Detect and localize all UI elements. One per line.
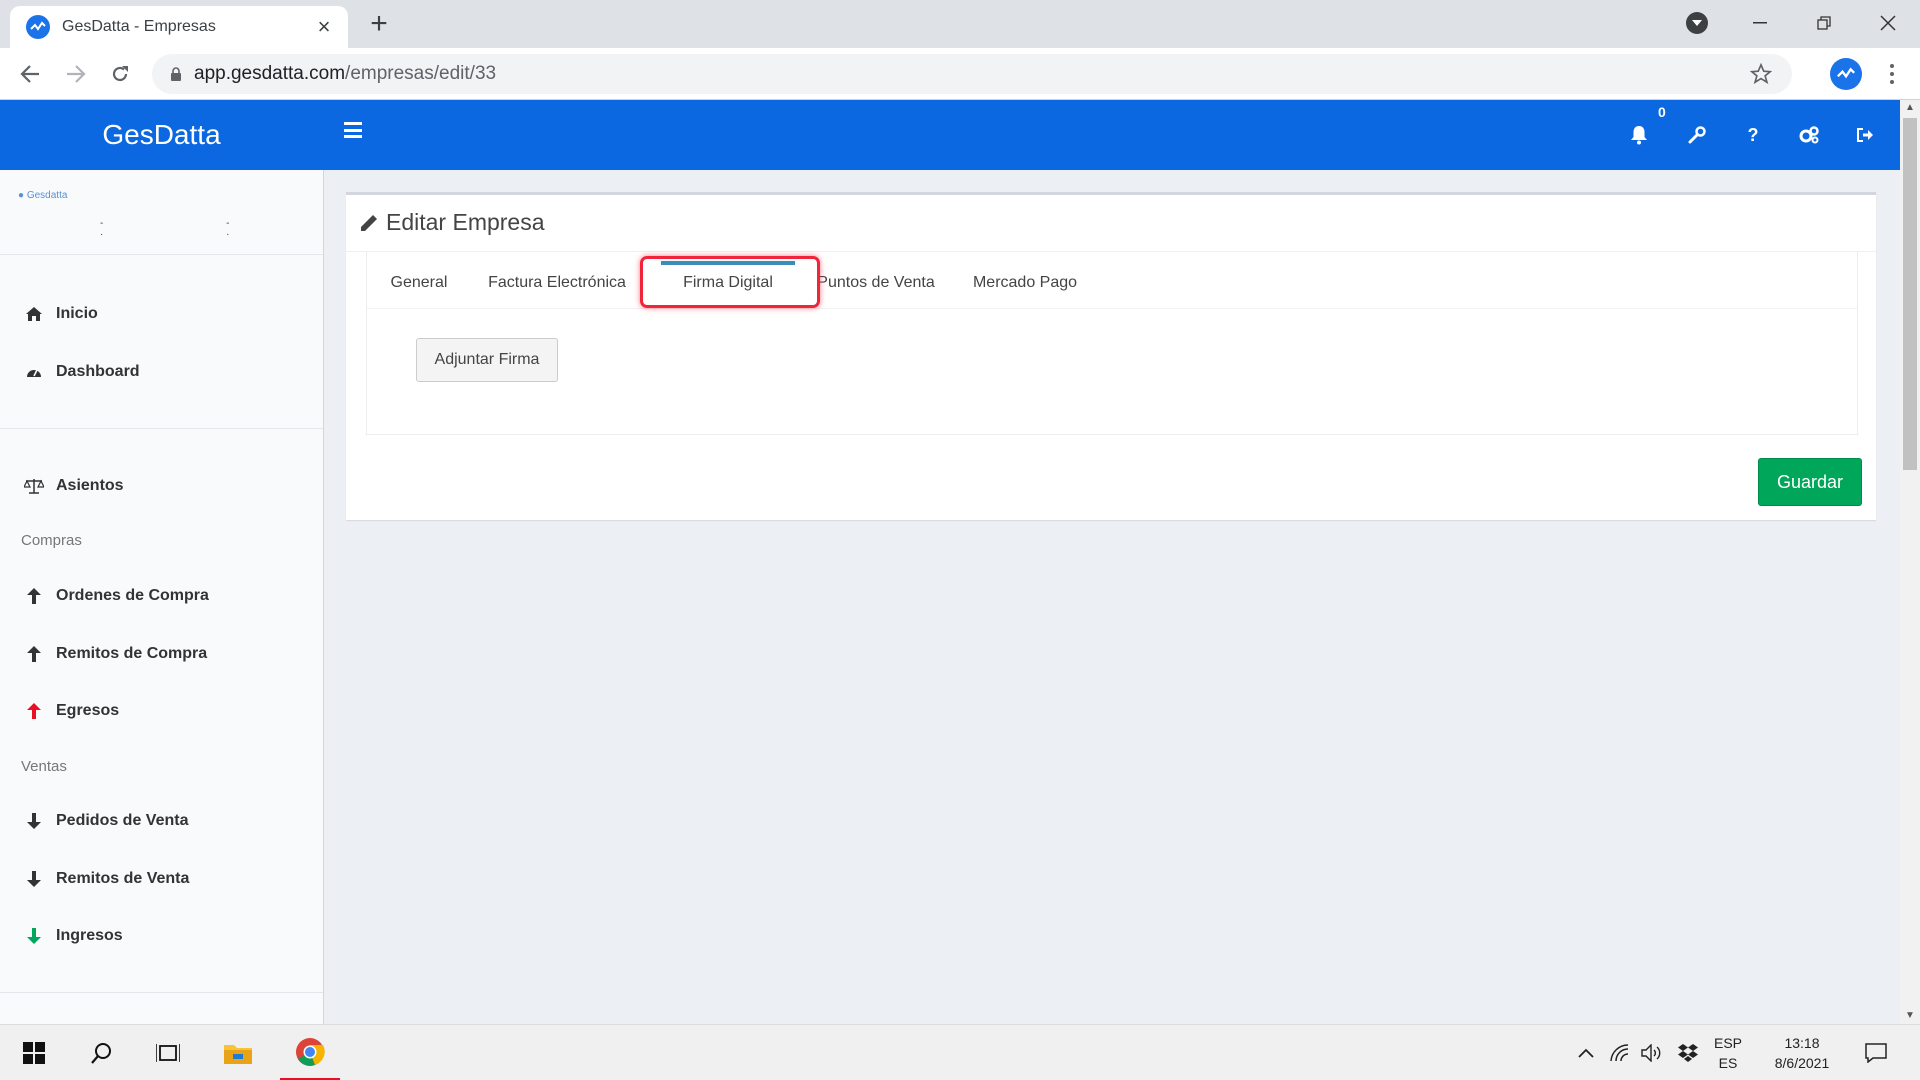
forward-icon[interactable] <box>60 58 92 90</box>
sidebar-item-label: Egresos <box>56 702 120 719</box>
browser-tab[interactable]: GesDatta - Empresas × <box>10 6 348 48</box>
close-window-icon[interactable] <box>1868 8 1908 38</box>
sidebar-item-pedidos-de-venta[interactable]: Pedidos de Venta <box>0 801 323 841</box>
sidebar-item-remitos-de-venta[interactable]: Remitos de Venta <box>0 859 323 899</box>
clock-time: 13:18 <box>1784 1035 1820 1051</box>
chrome-taskbar-icon[interactable] <box>280 1025 340 1080</box>
sidebar-item-label: Dashboard <box>56 363 140 380</box>
dashboard-icon <box>24 362 44 382</box>
tab-highlight-marker <box>640 256 820 308</box>
sidebar-item-label: Remitos de Compra <box>56 645 208 662</box>
home-icon <box>24 304 44 324</box>
profile-avatar-icon[interactable] <box>1830 58 1862 90</box>
arrow-up-icon <box>24 586 44 606</box>
arrow-down-icon <box>24 811 44 831</box>
windows-taskbar: ESP ES 13:18 8/6/2021 <box>0 1024 1920 1080</box>
tab-title: GesDatta - Empresas <box>62 18 216 35</box>
company-logo-subtext: - - · · <box>100 218 290 240</box>
browser-menu-icon[interactable] <box>1880 58 1904 90</box>
tab-general[interactable]: General <box>377 265 461 301</box>
browser-toolbar: app.gesdatta.com/empresas/edit/33 <box>0 48 1920 100</box>
sidebar-item-label: Remitos de Venta <box>56 870 190 887</box>
help-icon[interactable]: ? <box>1738 120 1768 150</box>
page-title: Editar Empresa <box>386 209 545 235</box>
lock-icon <box>170 66 182 82</box>
balance-scale-icon <box>24 476 44 496</box>
clock[interactable]: 13:18 8/6/2021 <box>1762 1033 1842 1073</box>
sidebar-section-ventas: Ventas <box>21 758 67 775</box>
tab-mercado-pago[interactable]: Mercado Pago <box>967 265 1083 301</box>
attach-signature-button[interactable]: Adjuntar Firma <box>416 338 558 382</box>
sidebar-section-compras: Compras <box>21 532 82 549</box>
sidebar-item-label: Inicio <box>56 305 98 322</box>
language-indicator[interactable]: ESP ES <box>1714 1033 1742 1073</box>
arrow-down-icon <box>24 869 44 889</box>
sidebar-item-label: Ordenes de Compra <box>56 587 209 604</box>
sidebar-item-inicio[interactable]: Inicio <box>0 294 323 334</box>
tab-bar: General Factura Electrónica Firma Digita… <box>367 251 1857 309</box>
file-explorer-icon[interactable] <box>210 1025 266 1080</box>
sidebar-item-egresos[interactable]: Egresos <box>0 691 323 731</box>
task-view-icon[interactable] <box>140 1025 196 1080</box>
wrench-icon[interactable] <box>1682 120 1712 150</box>
restore-icon[interactable] <box>1804 8 1844 38</box>
scroll-up-icon[interactable]: ▲ <box>1900 100 1920 116</box>
tab-close-icon[interactable]: × <box>312 15 336 39</box>
sidebar-item-asientos[interactable]: Asientos <box>0 466 323 506</box>
gesdatta-favicon-icon <box>26 15 50 39</box>
sidebar-item-label: Ingresos <box>56 927 123 944</box>
bookmark-star-icon[interactable] <box>1749 62 1773 90</box>
sidebar-item-label: Asientos <box>56 477 124 494</box>
address-bar[interactable]: app.gesdatta.com/empresas/edit/33 <box>152 54 1792 94</box>
sidebar-toggle-icon[interactable] <box>344 122 362 138</box>
url-path: /empresas/edit/33 <box>345 63 497 84</box>
save-button[interactable]: Guardar <box>1758 458 1862 506</box>
new-tab-icon[interactable]: + <box>364 9 394 40</box>
minimize-icon[interactable] <box>1740 8 1780 38</box>
sidebar-divider <box>0 992 323 993</box>
sidebar-item-ingresos[interactable]: Ingresos <box>0 916 323 956</box>
notifications-icon[interactable] <box>1864 1041 1888 1065</box>
tabs-container: General Factura Electrónica Firma Digita… <box>366 251 1858 435</box>
search-icon[interactable] <box>74 1025 130 1080</box>
company-logo: ● Gesdatta <box>18 190 68 201</box>
volume-icon[interactable] <box>1640 1041 1664 1065</box>
sidebar-item-remitos-de-compra[interactable]: Remitos de Compra <box>0 634 323 674</box>
network-icon[interactable] <box>1608 1041 1632 1065</box>
page-scrollbar[interactable]: ▲ ▼ <box>1900 100 1920 1024</box>
url-host: app.gesdatta.com <box>194 63 346 84</box>
tab-search-icon[interactable] <box>1686 12 1708 34</box>
scrollbar-thumb[interactable] <box>1903 118 1917 470</box>
sign-out-icon[interactable] <box>1850 120 1880 150</box>
tab-puntos-de-venta[interactable]: Puntos de Venta <box>813 265 939 301</box>
notification-count: 0 <box>1658 104 1666 120</box>
reload-icon[interactable] <box>104 58 136 90</box>
arrow-down-icon <box>24 926 44 946</box>
panel-header: Editar Empresa <box>358 209 545 236</box>
arrow-up-icon <box>24 644 44 664</box>
edit-company-panel: Editar Empresa General Factura Electróni… <box>346 192 1876 520</box>
sidebar-divider <box>0 254 323 255</box>
tray-overflow-icon[interactable] <box>1574 1041 1598 1065</box>
sidebar-item-label: Pedidos de Venta <box>56 812 189 829</box>
tab-factura-electronica[interactable]: Factura Electrónica <box>483 265 631 301</box>
bell-icon[interactable] <box>1624 120 1654 150</box>
gears-icon[interactable] <box>1794 120 1824 150</box>
sidebar-item-ordenes-de-compra[interactable]: Ordenes de Compra <box>0 576 323 616</box>
pencil-icon <box>358 212 380 234</box>
scroll-down-icon[interactable]: ▼ <box>1900 1008 1920 1024</box>
back-icon[interactable] <box>14 58 46 90</box>
sidebar-item-dashboard[interactable]: Dashboard <box>0 352 323 392</box>
dropbox-icon[interactable] <box>1676 1041 1700 1065</box>
app-brand[interactable]: GesDatta <box>0 100 323 170</box>
app-header: GesDatta 0 ? <box>0 100 1900 170</box>
sidebar: ● Gesdatta - - · · Inicio Dashboard Asie… <box>0 170 324 1024</box>
windows-start-icon[interactable] <box>6 1025 62 1080</box>
arrow-up-icon <box>24 701 44 721</box>
browser-tabstrip: GesDatta - Empresas × + <box>0 0 1920 48</box>
clock-date: 8/6/2021 <box>1774 1055 1830 1071</box>
sidebar-divider <box>0 428 323 429</box>
